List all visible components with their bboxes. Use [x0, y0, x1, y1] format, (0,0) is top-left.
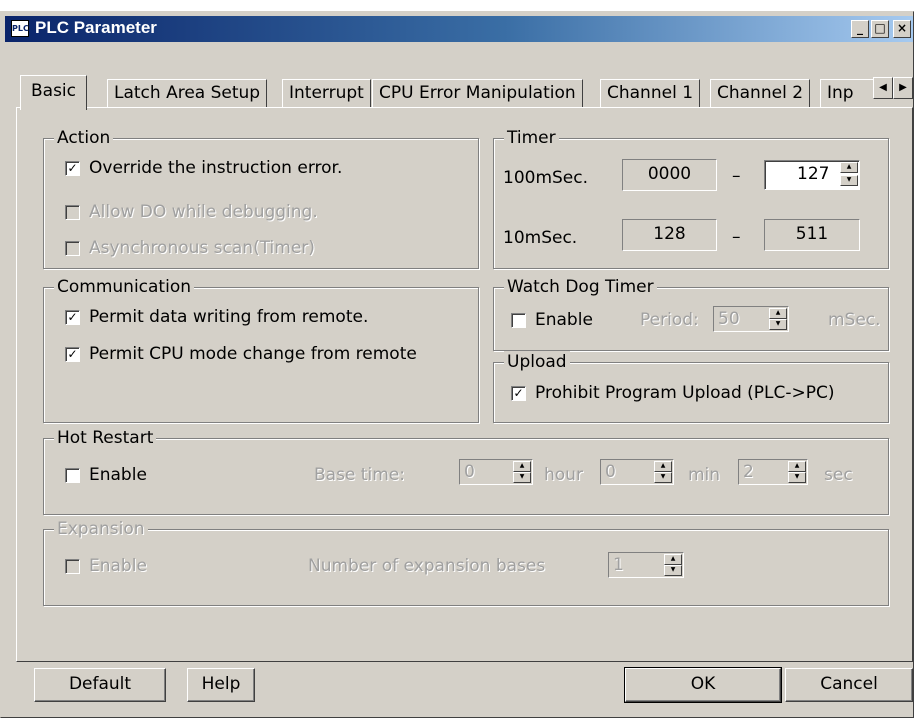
spin-up-icon: ▲ — [654, 461, 672, 472]
plc-app-icon: PLC — [11, 20, 29, 37]
watchdog-period-spin: ▲ ▼ — [769, 308, 787, 330]
timer-10ms-dash: – — [732, 227, 741, 247]
tab-latch-area-setup[interactable]: Latch Area Setup — [107, 79, 268, 107]
ok-button[interactable]: OK — [624, 667, 782, 703]
spin-down-icon[interactable]: ▼ — [840, 175, 858, 186]
tab-strip: Basic Latch Area Setup Interrupt CPU Err… — [20, 75, 914, 110]
async-scan-label: Asynchronous scan(Timer) — [89, 238, 315, 258]
communication-legend: Communication — [54, 276, 194, 298]
allow-do-check — [65, 205, 80, 220]
hot-restart-group: Hot Restart Enable Base time: 0 ▲ ▼ hour… — [43, 427, 889, 515]
async-scan-check — [65, 241, 80, 256]
expansion-bases-label: Number of expansion bases — [308, 556, 546, 576]
help-button[interactable]: Help — [187, 668, 255, 702]
hour-spin: ▲ ▼ — [513, 461, 531, 483]
watchdog-enable-check[interactable] — [511, 313, 526, 328]
permit-mode-label: Permit CPU mode change from remote — [89, 344, 417, 364]
spin-up-icon: ▲ — [788, 461, 806, 472]
hour-stepper: 0 ▲ ▼ — [459, 459, 533, 485]
expansion-enable-check — [65, 559, 80, 574]
watchdog-period-label: Period: — [640, 310, 699, 330]
spin-down-icon: ▼ — [513, 472, 531, 483]
spin-down-icon: ▼ — [769, 319, 787, 330]
spin-up-icon[interactable]: ▲ — [840, 162, 858, 173]
tab-channel-2[interactable]: Channel 2 — [710, 79, 811, 107]
expansion-group: Expansion Enable Number of expansion bas… — [43, 518, 889, 606]
hot-restart-legend: Hot Restart — [54, 427, 157, 449]
spin-down-icon: ▼ — [664, 565, 682, 576]
watchdog-legend: Watch Dog Timer — [504, 276, 657, 298]
timer-10ms-from-field: 128 — [622, 219, 717, 251]
maximize-button[interactable]: □ — [871, 20, 889, 38]
communication-group: Communication ✓ Permit data writing from… — [43, 276, 479, 423]
spin-up-icon: ▲ — [664, 554, 682, 565]
sec-spin: ▲ ▼ — [788, 461, 806, 483]
window-title: PLC Parameter — [35, 18, 157, 37]
watchdog-period-value: 50 — [718, 309, 740, 329]
base-time-label: Base time: — [314, 465, 405, 485]
tab-scroll-left-icon[interactable]: ◀ — [873, 77, 893, 99]
watchdog-enable-label: Enable — [535, 310, 593, 330]
tab-interrupt[interactable]: Interrupt — [282, 79, 371, 107]
timer-100ms-to-stepper[interactable]: 127 ▲ ▼ — [764, 160, 860, 190]
tab-scroll-arrows: ◀ ▶ — [873, 77, 913, 99]
minimize-button[interactable]: _ — [851, 20, 869, 38]
timer-10ms-to-field: 511 — [764, 219, 860, 251]
min-value: 0 — [605, 462, 616, 482]
hot-restart-enable-check[interactable] — [65, 468, 80, 483]
permit-mode-check[interactable]: ✓ — [65, 347, 80, 362]
expansion-enable-label: Enable — [89, 556, 147, 576]
timer-100ms-label: 100mSec. — [503, 168, 589, 188]
min-unit: min — [688, 465, 721, 485]
timer-group: Timer 100mSec. 0000 – 127 ▲ ▼ 10mSec. 12… — [493, 127, 889, 269]
spin-down-icon: ▼ — [654, 472, 672, 483]
timer-10ms-label: 10mSec. — [503, 228, 578, 248]
upload-legend: Upload — [504, 351, 570, 373]
sec-unit: sec — [824, 465, 853, 485]
sec-stepper: 2 ▲ ▼ — [738, 459, 808, 485]
spin-up-icon: ▲ — [513, 461, 531, 472]
plc-parameter-window: PLC PLC Parameter _ □ × Basic Latch Area… — [0, 11, 914, 718]
watchdog-period-stepper: 50 ▲ ▼ — [713, 306, 789, 332]
allow-do-label: Allow DO while debugging. — [89, 202, 318, 222]
action-group: Action ✓ Override the instruction error.… — [43, 127, 479, 269]
cancel-button[interactable]: Cancel — [785, 668, 913, 702]
watchdog-group: Watch Dog Timer Enable Period: 50 ▲ ▼ mS… — [493, 276, 889, 351]
upload-group: Upload ✓ Prohibit Program Upload (PLC->P… — [493, 351, 889, 423]
timer-100ms-from-field: 0000 — [622, 159, 717, 191]
close-button[interactable]: × — [893, 20, 911, 38]
expansion-legend: Expansion — [54, 518, 148, 540]
hot-restart-enable-label: Enable — [89, 465, 147, 485]
spin-up-icon: ▲ — [769, 308, 787, 319]
tab-scroll-right-icon[interactable]: ▶ — [893, 77, 913, 99]
expansion-bases-stepper: 1 ▲ ▼ — [608, 552, 684, 578]
tab-input-partial[interactable]: Inp — [820, 79, 873, 107]
watchdog-unit-label: mSec. — [828, 310, 881, 330]
min-spin: ▲ ▼ — [654, 461, 672, 483]
title-bar[interactable]: PLC PLC Parameter _ □ × — [5, 16, 913, 42]
timer-100ms-dash: – — [732, 166, 741, 186]
expansion-bases-spin: ▲ ▼ — [664, 554, 682, 576]
hour-unit: hour — [544, 465, 583, 485]
tab-channel-1[interactable]: Channel 1 — [600, 79, 701, 107]
hour-value: 0 — [464, 462, 475, 482]
default-button[interactable]: Default — [34, 668, 166, 702]
override-error-label: Override the instruction error. — [89, 158, 343, 178]
timer-100ms-to-value[interactable]: 127 — [797, 163, 829, 185]
permit-write-label: Permit data writing from remote. — [89, 307, 369, 327]
min-stepper: 0 ▲ ▼ — [600, 459, 674, 485]
override-error-check[interactable]: ✓ — [65, 161, 80, 176]
timer-legend: Timer — [504, 127, 559, 149]
tab-basic[interactable]: Basic — [20, 75, 88, 110]
action-legend: Action — [54, 127, 114, 149]
prohibit-upload-check[interactable]: ✓ — [511, 386, 526, 401]
permit-write-check[interactable]: ✓ — [65, 310, 80, 325]
tab-cpu-error-manipulation[interactable]: CPU Error Manipulation — [372, 79, 583, 107]
timer-100ms-spin: ▲ ▼ — [840, 162, 858, 188]
sec-value: 2 — [743, 462, 754, 482]
expansion-bases-value: 1 — [613, 555, 624, 575]
prohibit-upload-label: Prohibit Program Upload (PLC->PC) — [535, 383, 835, 403]
spin-down-icon: ▼ — [788, 472, 806, 483]
